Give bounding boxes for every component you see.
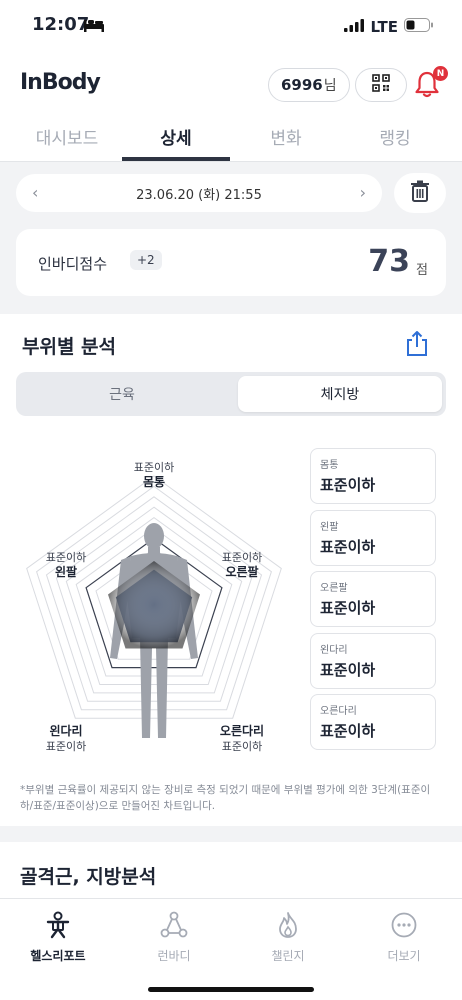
radar-label-left-leg-level: 표준이하 <box>45 740 87 753</box>
segment-card-value: 표준이하 <box>320 722 376 740</box>
radar-label-left-arm-level: 표준이하 <box>45 551 87 564</box>
score-label: 인바디점수 <box>38 255 108 273</box>
segment-card-right-arm[interactable]: 오른팔 표준이하 <box>310 571 436 627</box>
analysis-type-toggle: 근육 체지방 <box>16 372 446 416</box>
segment-card-name: 왼팔 <box>320 522 339 533</box>
radar-svg <box>26 475 282 738</box>
segment-card-name: 오른다리 <box>320 706 357 717</box>
segmental-analysis-section: 부위별 분석 근육 체지방 표준이하 몸통 표준이하 오른팔 오른다리 표준이하… <box>0 314 462 826</box>
segment-card-value: 표준이하 <box>320 538 376 556</box>
person-icon <box>44 911 72 943</box>
flame-icon <box>274 912 302 943</box>
segment-card-right-leg[interactable]: 오른다리 표준이하 <box>310 694 436 750</box>
tab-detail[interactable]: 상세 <box>121 124 231 149</box>
radar-label-trunk: 표준이하 몸통 <box>124 460 184 490</box>
delete-button[interactable] <box>394 173 446 213</box>
radar-label-right-arm-level: 표준이하 <box>221 551 263 564</box>
network-type: LTE <box>370 17 398 36</box>
share-icon <box>404 331 430 362</box>
toggle-body-fat[interactable]: 체지방 <box>238 376 442 412</box>
points-suffix: 님 <box>323 78 337 94</box>
segment-card-name: 몸통 <box>320 460 339 471</box>
segment-card-name: 왼다리 <box>320 645 348 656</box>
segment-card-name: 오른팔 <box>320 583 348 594</box>
radar-label-right-leg: 오른다리 표준이하 <box>212 724 272 754</box>
radar-label-trunk-level: 표준이하 <box>133 461 175 474</box>
score-unit: 점 <box>416 263 428 278</box>
segment-card-value: 표준이하 <box>320 661 376 679</box>
toggle-muscle[interactable]: 근육 <box>20 376 224 412</box>
points-button[interactable]: 6996 님 <box>268 68 350 102</box>
muscle-fat-section: 골격근, 지방분석 <box>0 842 462 902</box>
next-date-button[interactable]: › <box>360 183 366 202</box>
notification-button[interactable]: N <box>414 66 448 102</box>
radar-label-right-leg-part: 오른다리 <box>219 724 265 738</box>
chart-footnote: *부위별 근육률이 제공되지 않는 장비로 측정 되었기 때문에 부위별 평가에… <box>20 784 431 812</box>
section-title: 부위별 분석 <box>22 336 117 358</box>
radar-label-left-arm: 표준이하 왼팔 <box>36 550 96 580</box>
qr-code-icon <box>372 74 390 96</box>
nav-health-report[interactable]: 헬스리포트 <box>8 911 108 964</box>
status-bar: 12:07 LTE <box>0 0 462 52</box>
nav-label: 런바디 <box>157 949 191 963</box>
segment-radar-chart: 표준이하 몸통 표준이하 오른팔 오른다리 표준이하 왼다리 표준이하 표준이하… <box>0 448 300 768</box>
radar-label-right-arm: 표준이하 오른팔 <box>212 550 272 580</box>
inbody-logo: InBody <box>20 70 101 95</box>
tab-change[interactable]: 변화 <box>231 124 341 149</box>
radar-label-left-arm-part: 왼팔 <box>54 565 78 579</box>
trash-icon <box>411 180 429 206</box>
more-icon <box>390 912 418 943</box>
bottom-nav: 헬스리포트 런바디 챌린지 더보기 <box>0 898 462 1000</box>
radar-label-left-leg: 왼다리 표준이하 <box>36 724 96 754</box>
segment-card-left-leg[interactable]: 왼다리 표준이하 <box>310 633 436 689</box>
main-tabs: 대시보드 상세 변화 랭킹 <box>0 110 462 162</box>
measurement-date: 23.06.20 (화) 21:55 <box>136 187 262 203</box>
battery-icon <box>404 17 434 36</box>
radar-label-left-leg-part: 왼다리 <box>49 724 83 738</box>
network-icon <box>160 911 188 943</box>
app-header: InBody 6996 님 N <box>0 52 462 110</box>
nav-more[interactable]: 더보기 <box>354 911 454 964</box>
section-title: 골격근, 지방분석 <box>20 866 157 888</box>
score-value: 73 <box>368 244 410 279</box>
bell-icon <box>414 71 440 102</box>
sleep-mode-icon <box>84 17 104 36</box>
score-delta-badge: +2 <box>130 250 162 270</box>
segment-card-value: 표준이하 <box>320 599 376 617</box>
prev-date-button[interactable]: ‹ <box>32 183 38 202</box>
tab-dashboard[interactable]: 대시보드 <box>12 124 122 149</box>
active-tab-indicator <box>122 157 230 161</box>
segment-card-value: 표준이하 <box>320 476 376 494</box>
nav-label: 헬스리포트 <box>30 949 86 963</box>
signal-icon <box>344 17 365 36</box>
radar-label-right-arm-part: 오른팔 <box>225 565 259 579</box>
tab-ranking[interactable]: 랭킹 <box>340 124 450 149</box>
nav-label: 챌린지 <box>271 949 305 963</box>
qr-code-button[interactable] <box>355 68 407 102</box>
notification-badge: N <box>433 66 448 81</box>
nav-runbody[interactable]: 런바디 <box>124 911 224 964</box>
home-indicator[interactable] <box>148 987 314 992</box>
date-selector[interactable]: ‹ 23.06.20 (화) 21:55 › <box>16 174 382 212</box>
radar-label-trunk-part: 몸통 <box>142 475 166 489</box>
nav-challenge[interactable]: 챌린지 <box>238 911 338 964</box>
points-value: 6996 <box>281 76 323 94</box>
share-button[interactable] <box>404 330 432 358</box>
segment-card-trunk[interactable]: 몸통 표준이하 <box>310 448 436 504</box>
status-time: 12:07 <box>32 14 90 35</box>
inbody-score-card: 인바디점수 +2 73 점 <box>16 229 446 296</box>
radar-label-right-leg-level: 표준이하 <box>221 740 263 753</box>
nav-label: 더보기 <box>387 949 421 963</box>
segment-card-left-arm[interactable]: 왼팔 표준이하 <box>310 510 436 566</box>
